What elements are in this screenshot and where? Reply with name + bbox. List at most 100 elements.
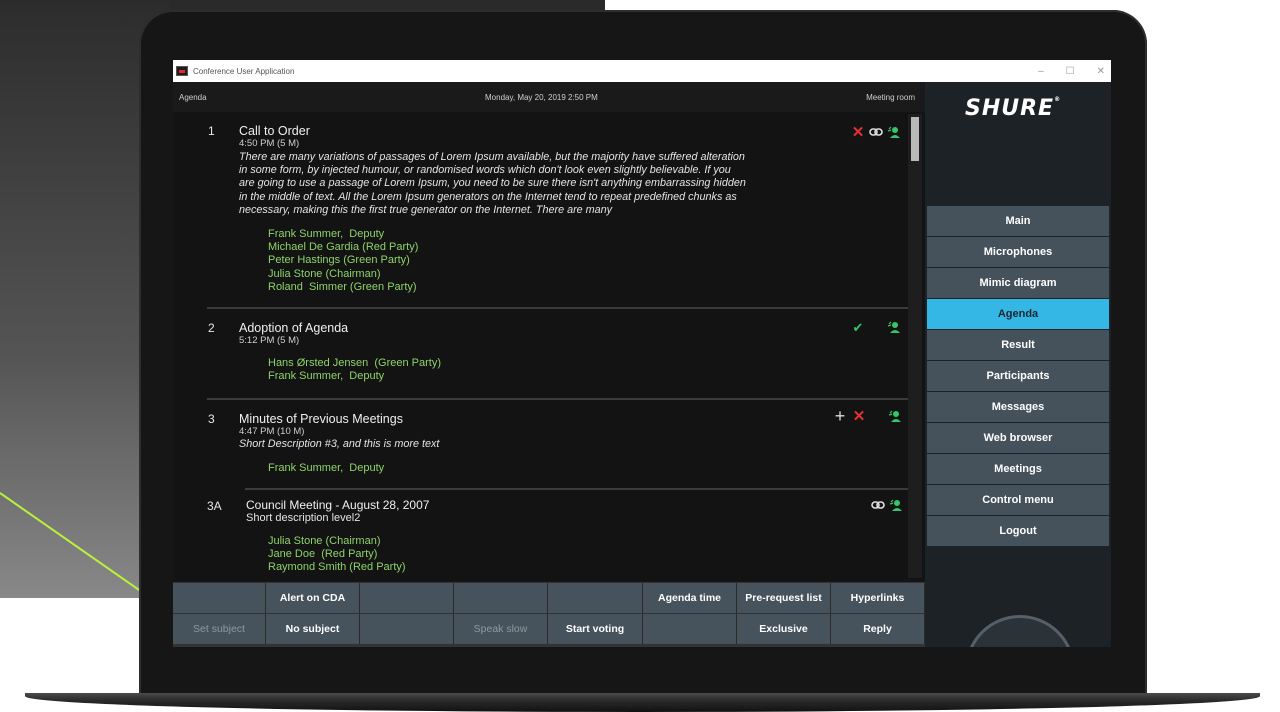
agenda-list[interactable]: 1 Call to Order 4:50 PM (5 M) There are … (173, 112, 925, 580)
empty-button[interactable] (454, 583, 548, 613)
item-time: 4:47 PM (10 M) (239, 426, 305, 437)
set-subject-button[interactable]: Set subject (173, 614, 266, 644)
item-time: 4:50 PM (5 M) (239, 138, 300, 149)
minimize-icon[interactable]: – (1038, 66, 1044, 77)
close-icon[interactable]: ✕ (850, 124, 866, 140)
menu-item-web-browser[interactable]: Web browser (927, 423, 1109, 453)
description-line: in some form, by injected humour, or ran… (239, 164, 731, 177)
speaker-icon[interactable] (888, 497, 904, 513)
datetime-label: Monday, May 20, 2019 2:50 PM (485, 93, 598, 102)
menu-item-logout[interactable]: Logout (927, 516, 1109, 546)
item-number: 3A (207, 499, 222, 513)
agenda-scrollbar[interactable] (908, 114, 922, 578)
window-title: Conference User Application (193, 66, 295, 76)
header-bar: Agenda Monday, May 20, 2019 2:50 PM Meet… (173, 82, 925, 112)
participant-list: Frank Summer, Deputy (268, 462, 384, 475)
item-title: Call to Order (239, 124, 310, 138)
menu-item-control-menu[interactable]: Control menu (927, 485, 1109, 515)
menu-item-result[interactable]: Result (927, 330, 1109, 360)
item-number: 2 (208, 321, 215, 335)
item-number: 3 (208, 412, 215, 426)
plus-icon[interactable]: + (832, 407, 848, 425)
empty-button[interactable] (643, 614, 737, 644)
participant[interactable]: Michael De Gardia (Red Party) (268, 241, 418, 254)
shure-logo: SHURE® (965, 96, 1061, 121)
participant-list: Hans Ørsted Jensen (Green Party) Frank S… (268, 357, 441, 383)
participant[interactable]: Peter Hastings (Green Party) (268, 254, 418, 267)
speaker-icon[interactable] (886, 124, 902, 140)
item-divider (245, 488, 909, 490)
item-description: Short description level2 (246, 512, 361, 524)
app-window: Conference User Application – ☐ ✕ Agenda… (173, 60, 1111, 647)
reply-button[interactable]: Reply (831, 614, 925, 644)
window-controls: – ☐ ✕ (1038, 60, 1105, 82)
item-actions: ✕ (847, 124, 902, 140)
description-line: in the middle of text. All the Lorem Ips… (239, 190, 737, 203)
close-icon[interactable]: ✕ (851, 408, 867, 424)
speak-slow-button[interactable]: Speak slow (454, 614, 548, 644)
item-actions (868, 497, 904, 513)
speaker-icon[interactable] (887, 408, 903, 424)
participant[interactable]: Julia Stone (Chairman) (268, 535, 406, 548)
main-panel: Agenda Monday, May 20, 2019 2:50 PM Meet… (173, 82, 925, 582)
close-window-icon[interactable]: ✕ (1097, 66, 1105, 77)
item-title: Adoption of Agenda (239, 321, 349, 335)
exclusive-button[interactable]: Exclusive (737, 614, 831, 644)
participant[interactable]: Hans Ørsted Jensen (Green Party) (268, 357, 441, 370)
room-label: Meeting room (866, 93, 915, 102)
participant[interactable]: Julia Stone (Chairman) (268, 268, 418, 281)
participant-list: Frank Summer, Deputy Michael De Gardia (… (268, 228, 418, 294)
item-description: There are many variations of passages of… (239, 151, 829, 217)
participant[interactable]: Frank Summer, Deputy (268, 228, 418, 241)
participant[interactable]: Frank Summer, Deputy (268, 370, 441, 383)
empty-button[interactable] (548, 583, 643, 613)
laptop-base (25, 693, 1260, 712)
participant[interactable]: Jane Doe (Red Party) (268, 548, 406, 561)
hyperlinks-button[interactable]: Hyperlinks (831, 583, 925, 613)
volume-knob[interactable] (965, 615, 1075, 647)
menu-item-main[interactable]: Main (927, 206, 1109, 236)
participant[interactable]: Raymond Smith (Red Party) (268, 561, 406, 574)
participant[interactable]: Frank Summer, Deputy (268, 462, 384, 475)
pre-request-list-button[interactable]: Pre-request list (737, 583, 831, 613)
no-subject-button[interactable]: No subject (266, 614, 360, 644)
start-voting-button[interactable]: Start voting (548, 614, 643, 644)
link-icon[interactable] (869, 124, 883, 140)
bottom-button-bar: Alert on CDA Agenda time Pre-request lis… (173, 582, 925, 647)
sidebar: SHURE® Main Microphones Mimic diagram Ag… (925, 82, 1111, 647)
item-title: Minutes of Previous Meetings (239, 412, 403, 426)
agenda-time-button[interactable]: Agenda time (643, 583, 737, 613)
link-icon[interactable] (871, 497, 885, 513)
item-time: 5:12 PM (5 M) (239, 335, 300, 346)
section-label: Agenda (179, 93, 207, 102)
item-actions: + ✕ (829, 407, 903, 425)
empty-button[interactable] (360, 583, 454, 613)
menu-item-mimic-diagram[interactable]: Mimic diagram (927, 268, 1109, 298)
menu-item-messages[interactable]: Messages (927, 392, 1109, 422)
empty-button[interactable] (360, 614, 454, 644)
sidebar-menu: Main Microphones Mimic diagram Agenda Re… (927, 206, 1109, 547)
empty-button[interactable] (173, 583, 266, 613)
alert-on-cda-button[interactable]: Alert on CDA (266, 583, 360, 613)
item-actions: ✔ (847, 319, 902, 335)
photo-shade-top (170, 0, 605, 10)
item-title: Council Meeting - August 28, 2007 (246, 498, 430, 512)
participant-list: Julia Stone (Chairman) Jane Doe (Red Par… (268, 535, 406, 575)
item-divider (207, 398, 909, 400)
check-icon[interactable]: ✔ (850, 319, 866, 335)
description-line: are going to use a passage of Lorem Ipsu… (239, 177, 746, 190)
speaker-icon[interactable] (886, 319, 902, 335)
item-number: 1 (208, 124, 215, 138)
window-titlebar: Conference User Application – ☐ ✕ (173, 60, 1111, 82)
app-icon (176, 66, 188, 76)
participant[interactable]: Roland Simmer (Green Party) (268, 281, 418, 294)
registered-mark: ® (1054, 96, 1062, 103)
maximize-icon[interactable]: ☐ (1066, 66, 1075, 77)
menu-item-microphones[interactable]: Microphones (927, 237, 1109, 267)
menu-item-agenda[interactable]: Agenda (927, 299, 1109, 329)
menu-item-participants[interactable]: Participants (927, 361, 1109, 391)
scroll-thumb[interactable] (911, 117, 919, 161)
item-divider (207, 307, 909, 309)
menu-item-meetings[interactable]: Meetings (927, 454, 1109, 484)
item-description: Short Description #3, and this is more t… (239, 438, 440, 450)
